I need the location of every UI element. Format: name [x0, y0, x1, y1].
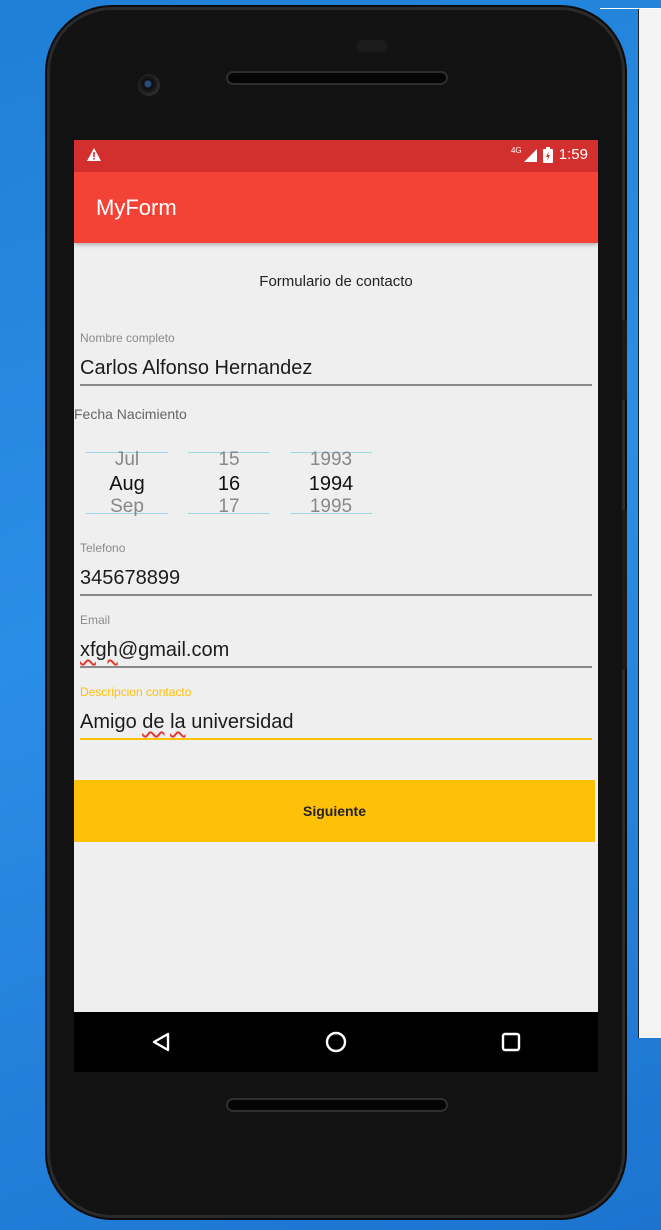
day-prev[interactable]: 15 — [188, 450, 270, 470]
description-underline — [80, 738, 592, 740]
description-misspelled-1: de — [142, 711, 165, 733]
home-icon[interactable] — [316, 1022, 356, 1062]
day-selected[interactable]: 16 — [188, 473, 270, 495]
email-rest: @gmail.com — [117, 639, 230, 661]
phone-label: Telefono — [80, 541, 126, 555]
month-selected[interactable]: Aug — [86, 473, 168, 495]
name-input[interactable]: Carlos Alfonso Hernandez — [80, 357, 592, 384]
signal-icon: 4G — [511, 146, 537, 163]
warning-icon — [86, 147, 102, 167]
birth-date-label: Fecha Nacimiento — [74, 406, 187, 422]
phone-underline — [80, 594, 592, 596]
description-misspelled-2: la — [170, 711, 186, 733]
background-window — [638, 8, 661, 1038]
name-field[interactable]: Nombre completo Carlos Alfonso Hernandez — [80, 331, 592, 386]
screen: 4G 1:59 MyForm Formulario de contacto No… — [74, 140, 598, 1012]
description-input[interactable]: Amigo de la universidad — [80, 711, 592, 738]
email-input[interactable]: xfgh@gmail.com — [80, 639, 592, 666]
name-label: Nombre completo — [80, 331, 175, 345]
navigation-bar — [74, 1012, 598, 1072]
status-icons: 4G 1:59 — [511, 146, 588, 164]
bottom-speaker — [226, 1098, 448, 1112]
year-selected[interactable]: 1994 — [290, 473, 372, 495]
phone-frame: 4G 1:59 MyForm Formulario de contacto No… — [50, 10, 627, 1215]
month-next[interactable]: Sep — [86, 497, 168, 517]
next-button[interactable]: Siguiente — [74, 780, 595, 842]
app-bar: MyForm — [74, 172, 598, 243]
month-prev[interactable]: Jul — [86, 450, 168, 470]
name-underline — [80, 384, 592, 386]
sensor — [356, 40, 388, 52]
year-prev[interactable]: 1993 — [290, 450, 372, 470]
phone-input[interactable]: 345678899 — [80, 567, 592, 594]
email-field[interactable]: Email xfgh@gmail.com — [80, 613, 592, 668]
phone-field[interactable]: Telefono 345678899 — [80, 541, 592, 596]
status-bar: 4G 1:59 — [74, 140, 598, 172]
app-title: MyForm — [96, 194, 177, 220]
description-label: Descripcion contacto — [80, 685, 192, 699]
year-next[interactable]: 1995 — [290, 497, 372, 517]
front-camera — [138, 74, 160, 96]
year-column[interactable]: 1993 1994 1995 — [290, 450, 372, 516]
background-window-border — [600, 8, 661, 9]
battery-icon — [542, 146, 553, 164]
day-next[interactable]: 17 — [188, 497, 270, 517]
email-label: Email — [80, 613, 111, 627]
date-picker[interactable]: Jul Aug Sep 15 16 17 1993 1994 1995 — [86, 450, 386, 516]
recents-icon[interactable] — [491, 1022, 531, 1062]
email-misspelled: xfgh — [80, 639, 118, 661]
power-button — [622, 320, 627, 400]
description-field[interactable]: Descripcion contacto Amigo de la univers… — [80, 685, 592, 740]
month-column[interactable]: Jul Aug Sep — [86, 450, 168, 516]
clock: 1:59 — [558, 146, 588, 164]
network-label: 4G — [510, 146, 522, 156]
email-underline — [80, 666, 592, 668]
volume-button — [622, 510, 627, 670]
top-speaker — [226, 71, 448, 85]
back-icon[interactable] — [141, 1022, 181, 1062]
day-column[interactable]: 15 16 17 — [188, 450, 270, 516]
form-title: Formulario de contacto — [259, 273, 413, 290]
